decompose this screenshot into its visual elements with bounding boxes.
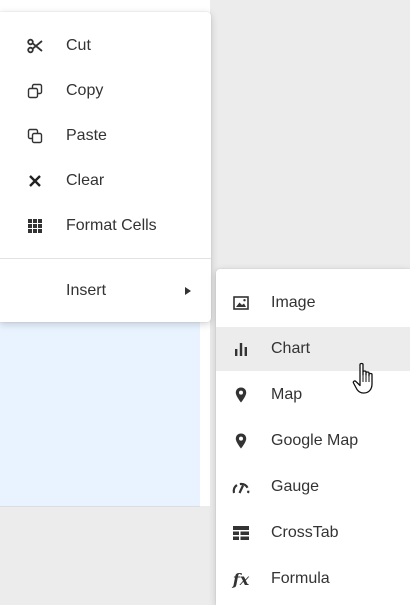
menu-divider <box>0 258 211 259</box>
submenu-item-map[interactable]: Map <box>216 373 410 417</box>
submenu-arrow-icon <box>185 287 191 295</box>
scissors-icon <box>26 37 44 55</box>
menu-item-label: CrossTab <box>271 524 339 541</box>
menu-item-label: Insert <box>66 282 107 299</box>
menu-item-paste[interactable]: Paste <box>0 114 211 158</box>
copy-icon <box>26 82 44 100</box>
grid-icon <box>26 217 44 235</box>
selected-cell-area <box>0 322 200 507</box>
formula-icon: fx <box>232 569 250 589</box>
submenu-item-formula[interactable]: fx Formula <box>216 557 410 601</box>
menu-item-clear[interactable]: Clear <box>0 159 211 203</box>
menu-item-copy[interactable]: Copy <box>0 69 211 113</box>
menu-item-label: Clear <box>66 172 105 189</box>
menu-item-label: Chart <box>271 340 311 357</box>
menu-item-label: Formula <box>271 570 330 587</box>
menu-item-label: Gauge <box>271 478 320 495</box>
submenu-item-image[interactable]: Image <box>216 281 410 325</box>
menu-item-label: Format Cells <box>66 217 157 234</box>
menu-item-label: Copy <box>66 82 104 99</box>
crosstab-icon <box>232 524 250 542</box>
insert-submenu: Image Chart Map Google Map Gauge CrossTa… <box>216 269 410 605</box>
close-icon <box>26 172 44 190</box>
menu-item-label: Map <box>271 386 303 403</box>
menu-item-insert[interactable]: Insert <box>0 269 211 313</box>
menu-item-label: Paste <box>66 127 107 144</box>
image-icon <box>232 294 250 312</box>
map-pin-icon <box>232 386 250 404</box>
bar-chart-icon <box>232 340 250 358</box>
submenu-item-chart[interactable]: Chart <box>216 327 410 371</box>
context-menu: Cut Copy Paste Clear Format Cells Insert <box>0 12 211 322</box>
menu-item-label: Cut <box>66 37 91 54</box>
submenu-item-google-map[interactable]: Google Map <box>216 419 410 463</box>
menu-item-label: Google Map <box>271 432 359 449</box>
submenu-item-gauge[interactable]: Gauge <box>216 465 410 509</box>
hand-pointer-cursor-icon <box>352 362 373 394</box>
menu-item-cut[interactable]: Cut <box>0 24 211 68</box>
submenu-item-crosstab[interactable]: CrossTab <box>216 511 410 555</box>
map-pin-icon <box>232 432 250 450</box>
menu-item-label: Image <box>271 294 316 311</box>
gauge-icon <box>232 478 250 496</box>
paste-icon <box>26 127 44 145</box>
menu-item-format-cells[interactable]: Format Cells <box>0 204 211 248</box>
